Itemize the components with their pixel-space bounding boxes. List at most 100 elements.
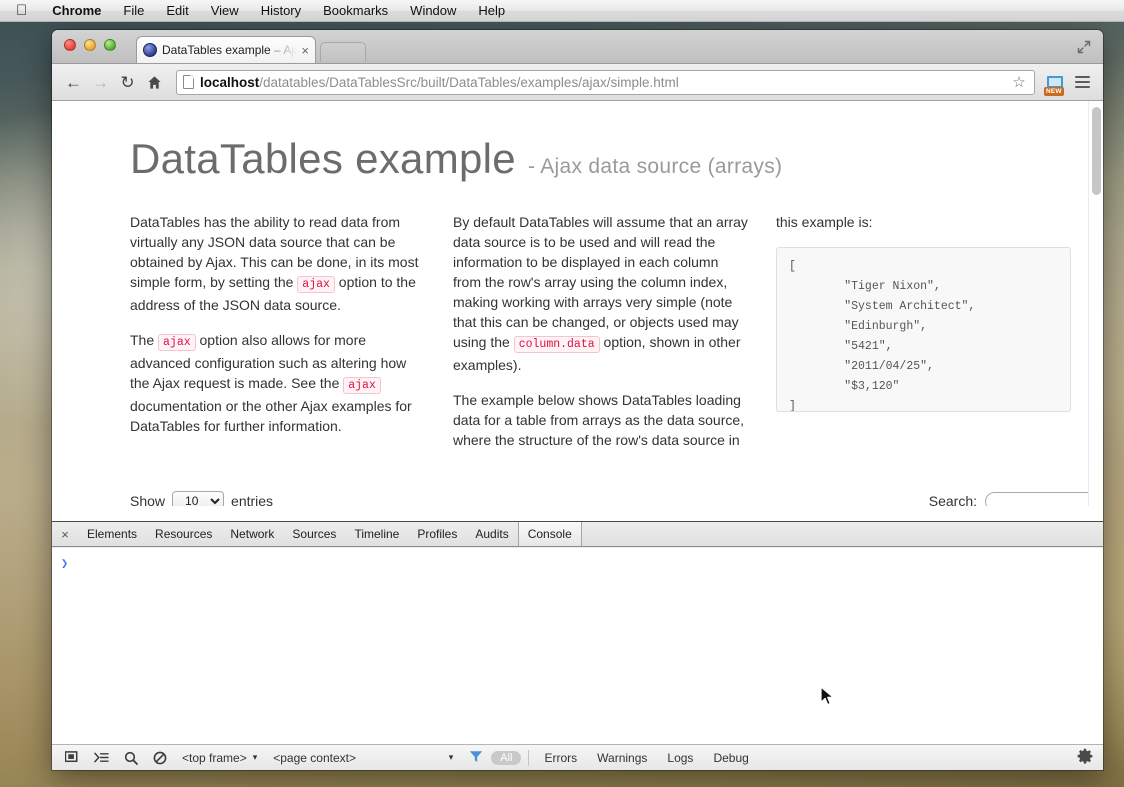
pretty-print-icon[interactable] <box>87 747 116 769</box>
context-selector-value: <page context> <box>273 750 356 765</box>
tab-title: DataTables example – Aja <box>162 43 298 57</box>
log-level-logs[interactable]: Logs <box>657 751 703 765</box>
mouse-cursor <box>820 686 836 713</box>
devtools-tab-timeline[interactable]: Timeline <box>345 522 408 546</box>
intro-columns: DataTables has the ability to read data … <box>130 212 1071 465</box>
log-level-warnings[interactable]: Warnings <box>587 751 657 765</box>
devtools-tab-resources[interactable]: Resources <box>146 522 221 546</box>
log-level-all[interactable]: All <box>491 750 522 765</box>
paragraph: By default DataTables will assume that a… <box>453 212 748 375</box>
datatable-controls: Show 10 25 50 100 entries Search: <box>130 491 1103 506</box>
chevron-down-icon: ▾ <box>448 752 454 762</box>
menu-item-edit[interactable]: Edit <box>155 0 199 22</box>
para-text: The <box>130 332 159 348</box>
chevron-down-icon: ▾ <box>252 752 258 762</box>
code-ajax: ajax <box>158 334 196 351</box>
json-code-sample: [ "Tiger Nixon", "System Architect", "Ed… <box>776 247 1071 412</box>
entries-label: entries <box>231 493 274 506</box>
page-subtitle: - Ajax data source (arrays) <box>527 155 783 178</box>
intro-column-3: this example is: [ "Tiger Nixon", "Syste… <box>776 212 1071 465</box>
page-viewport: DataTables example - Ajax data source (a… <box>52 101 1103 506</box>
tab-title-suffix: – Aja <box>270 43 299 57</box>
log-level-debug[interactable]: Debug <box>703 751 758 765</box>
datatable-length-control: Show 10 25 50 100 entries <box>130 491 273 506</box>
frame-selector-value: <top frame> <box>182 750 247 765</box>
search-input[interactable] <box>985 491 1103 506</box>
browser-tab-strip: DataTables example – Aja × <box>52 30 1103 64</box>
para-text: By default DataTables will assume that a… <box>453 214 748 350</box>
devtools-tab-network[interactable]: Network <box>221 522 283 546</box>
search-label: Search: <box>928 493 977 506</box>
dock-side-icon[interactable] <box>58 747 87 769</box>
bookmark-star-icon[interactable]: ☆ <box>1008 73 1030 91</box>
fullscreen-icon[interactable] <box>1075 38 1093 56</box>
code-column-data: column.data <box>513 336 600 353</box>
devtools-status-bar: <top frame> ▾ <page context> ▾ All Error… <box>52 744 1103 770</box>
window-traffic-lights <box>64 39 116 51</box>
tab-favicon <box>143 43 157 57</box>
context-selector[interactable]: <page context> ▾ <box>265 751 461 765</box>
reload-button[interactable]: ↻ <box>114 69 141 96</box>
menu-item-chrome[interactable]: Chrome <box>41 0 112 22</box>
frame-selector[interactable]: <top frame> ▾ <box>174 751 265 765</box>
filter-funnel-icon[interactable] <box>461 750 491 766</box>
devtools-tab-audits[interactable]: Audits <box>466 522 517 546</box>
menu-item-file[interactable]: File <box>112 0 155 22</box>
intro-column-2: By default DataTables will assume that a… <box>453 212 748 465</box>
gear-icon[interactable] <box>1077 748 1097 768</box>
show-label: Show <box>130 493 166 506</box>
macos-menu-bar:  Chrome File Edit View History Bookmark… <box>0 0 1124 22</box>
menu-item-bookmarks[interactable]: Bookmarks <box>312 0 399 22</box>
browser-toolbar: ← → ↻ localhost/datatables/DataTablesSrc… <box>52 64 1103 101</box>
console-divider <box>52 547 1103 548</box>
menu-item-view[interactable]: View <box>200 0 250 22</box>
browser-tab[interactable]: DataTables example – Aja × <box>136 36 316 63</box>
search-icon[interactable] <box>116 747 145 769</box>
paragraph: The example below shows DataTables loadi… <box>453 392 745 448</box>
devtools-tab-sources[interactable]: Sources <box>283 522 345 546</box>
tab-close-icon[interactable]: × <box>298 43 309 58</box>
code-ajax: ajax <box>297 276 335 293</box>
chrome-browser-window: DataTables example – Aja × ← → ↻ localho… <box>52 30 1103 770</box>
status-divider <box>528 749 530 766</box>
menu-item-history[interactable]: History <box>250 0 312 22</box>
page-scrollbar[interactable] <box>1088 101 1103 506</box>
url-host: localhost <box>200 74 260 90</box>
page-title-text: DataTables example <box>130 135 516 182</box>
extension-icon[interactable]: NEW <box>1043 70 1067 96</box>
paragraph: DataTables has the ability to read data … <box>130 212 425 315</box>
url-path: /datatables/DataTablesSrc/built/DataTabl… <box>259 74 679 90</box>
scrollbar-thumb[interactable] <box>1092 107 1101 195</box>
entries-per-page-select[interactable]: 10 25 50 100 <box>172 491 225 506</box>
console-output-area[interactable]: ❯ <box>52 547 1103 744</box>
devtools-close-icon[interactable]: × <box>52 522 78 546</box>
new-tab-button[interactable] <box>320 42 366 62</box>
devtools-tab-bar: × Elements Resources Network Sources Tim… <box>52 522 1103 547</box>
zoom-window-button[interactable] <box>104 39 116 51</box>
intro-column-1: DataTables has the ability to read data … <box>130 212 425 465</box>
devtools-panel: × Elements Resources Network Sources Tim… <box>52 521 1103 770</box>
page-title: DataTables example - Ajax data source (a… <box>130 135 1071 183</box>
back-button[interactable]: ← <box>60 69 87 96</box>
chrome-menu-icon[interactable] <box>1069 76 1095 88</box>
home-button[interactable] <box>141 69 168 96</box>
log-level-errors[interactable]: Errors <box>534 751 587 765</box>
address-bar-url: localhost/datatables/DataTablesSrc/built… <box>200 75 1008 90</box>
close-window-button[interactable] <box>64 39 76 51</box>
clear-console-icon[interactable] <box>145 747 174 769</box>
datatable-wrapper: Show 10 25 50 100 entries Search: <box>130 491 1103 506</box>
devtools-tab-profiles[interactable]: Profiles <box>408 522 466 546</box>
devtools-tab-elements[interactable]: Elements <box>78 522 146 546</box>
paragraph: The ajax option also allows for more adv… <box>130 330 425 436</box>
para-text: documentation or the other Ajax examples… <box>130 398 412 434</box>
menu-item-help[interactable]: Help <box>467 0 516 22</box>
minimize-window-button[interactable] <box>84 39 96 51</box>
devtools-tab-console[interactable]: Console <box>517 522 582 546</box>
page-info-icon[interactable] <box>183 75 194 89</box>
tab-title-main: DataTables example <box>162 43 271 57</box>
console-prompt-icon: ❯ <box>61 557 69 571</box>
menu-item-window[interactable]: Window <box>399 0 467 22</box>
forward-button[interactable]: → <box>87 69 114 96</box>
address-bar[interactable]: localhost/datatables/DataTablesSrc/built… <box>176 69 1035 95</box>
apple-icon[interactable]:  <box>0 3 41 18</box>
